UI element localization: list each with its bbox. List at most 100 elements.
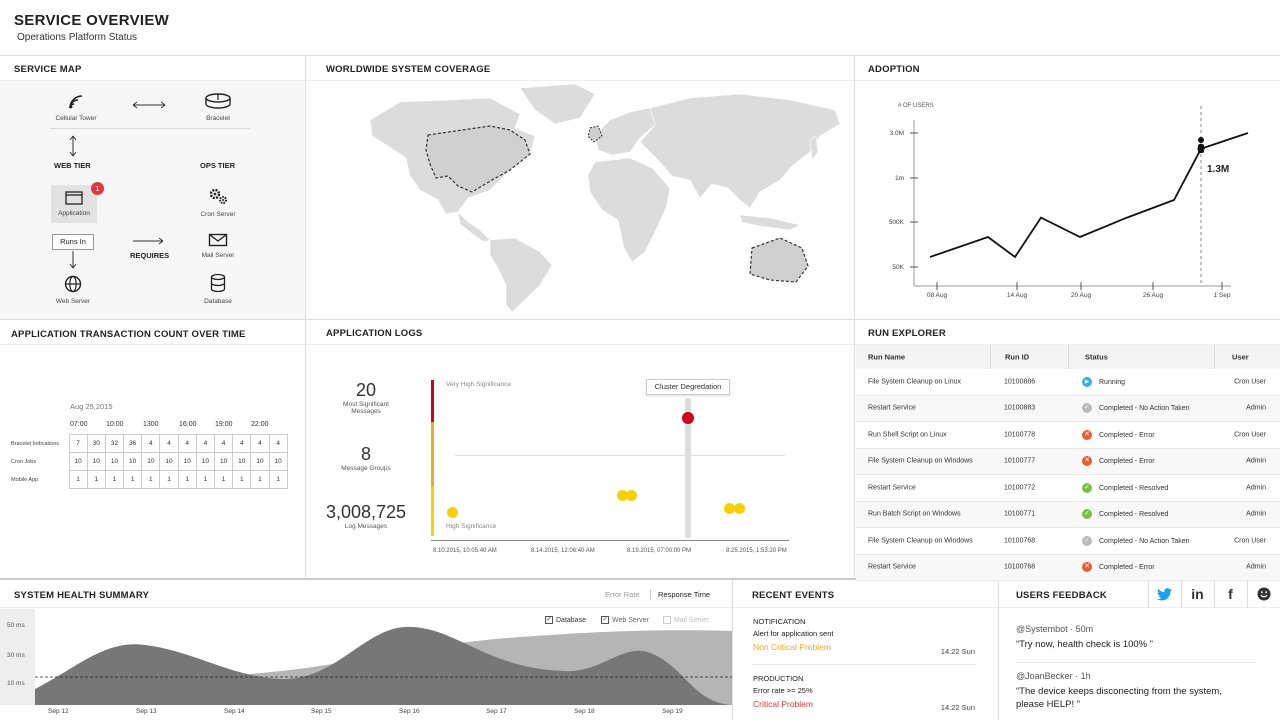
run-row[interactable]: Run Batch Script on Windows 10100771 ✓ Comp… xyxy=(856,501,1280,528)
run-row[interactable]: File System Cleanup on Linux 10100886 ▶ Run… xyxy=(856,369,1280,396)
table-cell: 10 xyxy=(86,452,106,471)
right-arrow-icon xyxy=(133,237,164,245)
run-status: ▶ Running xyxy=(1082,376,1125,387)
table-cell: 4 xyxy=(141,434,161,453)
service-map-title: SERVICE MAP xyxy=(14,64,82,75)
cron-server-label: Cron Server xyxy=(200,211,236,218)
feedback-item[interactable]: @JoanBecker · 1h “The device keeps disco… xyxy=(1016,671,1276,710)
linkedin-icon[interactable]: in xyxy=(1181,580,1213,608)
col-status[interactable]: Status xyxy=(1085,353,1108,362)
run-id: 10100771 xyxy=(1004,510,1036,518)
bracelet-node[interactable]: Bracelet xyxy=(195,92,241,122)
event-item[interactable]: PRODUCTION Error rate >= 25% Critical Pr… xyxy=(753,674,975,718)
cellular-tower-label: Cellular Tower xyxy=(55,115,97,122)
time-2: 1300 xyxy=(143,421,159,428)
table-cell: 1 xyxy=(195,470,216,489)
table-row: Mobile App 1 1 1 1 1 1 1 1 1 1 1 1 xyxy=(11,470,288,489)
x-tick: Sep 19 xyxy=(662,708,683,715)
run-status: ✓ Completed - No Action Taken xyxy=(1082,403,1190,414)
feedback-user[interactable]: @Systembot xyxy=(1016,624,1068,634)
time-3: 16:00 xyxy=(179,421,197,428)
cron-server-node[interactable]: Cron Server xyxy=(195,186,241,218)
twitter-icon[interactable] xyxy=(1148,580,1180,608)
smiley-icon[interactable] xyxy=(1247,580,1280,608)
check-green-icon: ✓ xyxy=(1082,509,1092,520)
run-row[interactable]: Run Shell Script on Linux 10100778 ✕ Comple… xyxy=(856,422,1280,449)
feedback-item[interactable]: @Systembot · 50m “Try now, health check … xyxy=(1016,624,1266,650)
run-row[interactable]: Restart Service 10100768 ✕ Completed - Erro… xyxy=(856,554,1280,581)
col-run-name[interactable]: Run Name xyxy=(868,353,905,362)
adoption-marker-head xyxy=(1198,144,1204,150)
logs-title: APPLICATION LOGS xyxy=(326,328,423,339)
mail-server-node[interactable]: Mail Server xyxy=(195,233,241,259)
run-row[interactable]: Restart Service 10100772 ✓ Completed - Reso… xyxy=(856,475,1280,502)
tab-error-rate[interactable]: Error Rate xyxy=(605,590,640,599)
table-cell: 10 xyxy=(268,452,288,471)
asia-region xyxy=(639,93,841,209)
event-item[interactable]: NOTIFICATION Alert for application sent … xyxy=(753,617,975,661)
x-tick: Sep 12 xyxy=(48,708,69,715)
table-cell: 1 xyxy=(213,470,234,489)
tab-divider xyxy=(650,589,651,600)
log-point-critical[interactable] xyxy=(682,412,694,424)
application-node[interactable]: Application xyxy=(51,185,97,223)
run-user: Cron User xyxy=(1234,431,1266,439)
run-row[interactable]: File System Cleanup on Windows 10100777 ✕ C… xyxy=(856,448,1280,475)
run-row[interactable]: Restart Service 10100883 ✓ Completed - No A… xyxy=(856,395,1280,422)
table-cell: 10 xyxy=(104,452,125,471)
run-id: 10100768 xyxy=(1004,537,1036,545)
logs-x-axis xyxy=(431,540,789,541)
transactions-date: Aug 25,2015 xyxy=(70,402,113,411)
gears-icon xyxy=(209,188,227,204)
bidirectional-arrow-icon xyxy=(132,101,166,109)
events-divider xyxy=(752,664,976,665)
mail-server-label: Mail Server xyxy=(201,252,235,259)
database-node[interactable]: Database xyxy=(195,273,241,305)
log-point[interactable] xyxy=(626,490,637,501)
time-5: 22:00 xyxy=(251,421,269,428)
log-point[interactable] xyxy=(734,503,745,514)
y-tick: 3.0M xyxy=(890,130,904,137)
feedback-text: “Try now, health check is 100% ” xyxy=(1016,639,1153,650)
time-0: 07:00 xyxy=(70,421,88,428)
error-x-icon: ✕ xyxy=(1082,562,1092,573)
run-user: Admin xyxy=(1246,484,1266,492)
web-tier-label: WEB TIER xyxy=(54,161,91,170)
cluster-tooltip[interactable]: Cluster Degredation xyxy=(646,379,730,395)
run-row[interactable]: File System Cleanup on Windows 10100768 ✓ C… xyxy=(856,528,1280,555)
event-time: 14:22 Sun xyxy=(940,703,975,712)
table-cell: 1 xyxy=(86,470,106,489)
logs-stat-log-messages: 3,008,725 Log Messages xyxy=(320,502,412,530)
stat-label: Messages xyxy=(351,408,381,415)
feedback-user[interactable]: @JoanBecker xyxy=(1016,671,1073,681)
x-tick: 1 Sep xyxy=(1214,292,1231,299)
status-text: Completed - No Action Taken xyxy=(1099,537,1190,545)
down-arrow-icon xyxy=(69,251,77,269)
requires-label: REQUIRES xyxy=(130,251,170,260)
run-name: Restart Service xyxy=(868,484,916,492)
run-status: ✕ Completed - Error xyxy=(1082,429,1155,440)
tab-response-time[interactable]: Response Time xyxy=(658,590,710,599)
table-cell: 1 xyxy=(159,470,179,489)
table-cell: 7 xyxy=(68,434,88,453)
x-tick: 14 Aug xyxy=(1007,292,1028,299)
run-name: Run Batch Script on Windows xyxy=(868,510,961,518)
ops-tier-label: OPS TIER xyxy=(200,161,236,170)
web-server-node[interactable]: Web Server xyxy=(50,275,96,305)
x-tick: 8.19.2015, 07:00:00 PM xyxy=(627,548,692,554)
x-tick: Sep 15 xyxy=(311,708,332,715)
facebook-icon[interactable]: f xyxy=(1214,580,1246,608)
status-text: Completed - Error xyxy=(1099,458,1155,466)
cellular-tower-node[interactable]: Cellular Tower xyxy=(48,92,104,122)
database-icon xyxy=(210,273,226,293)
stat-label: Most Significant xyxy=(343,401,389,408)
x-tick: Sep 18 xyxy=(574,708,595,715)
log-point[interactable] xyxy=(447,507,458,518)
col-user[interactable]: User xyxy=(1232,353,1249,362)
col-run-id[interactable]: Run ID xyxy=(1005,353,1029,362)
x-tick: 8.25.2015, 1:53:20 PM xyxy=(726,548,787,554)
world-map[interactable] xyxy=(340,80,845,315)
adoption-chart: 3.0M 1m 500K 50K 08 Aug 14 Aug 20 Aug 26 Aug 1 … xyxy=(889,106,1249,299)
vertical-arrow-icon xyxy=(69,135,77,157)
service-map-panel xyxy=(0,81,305,319)
